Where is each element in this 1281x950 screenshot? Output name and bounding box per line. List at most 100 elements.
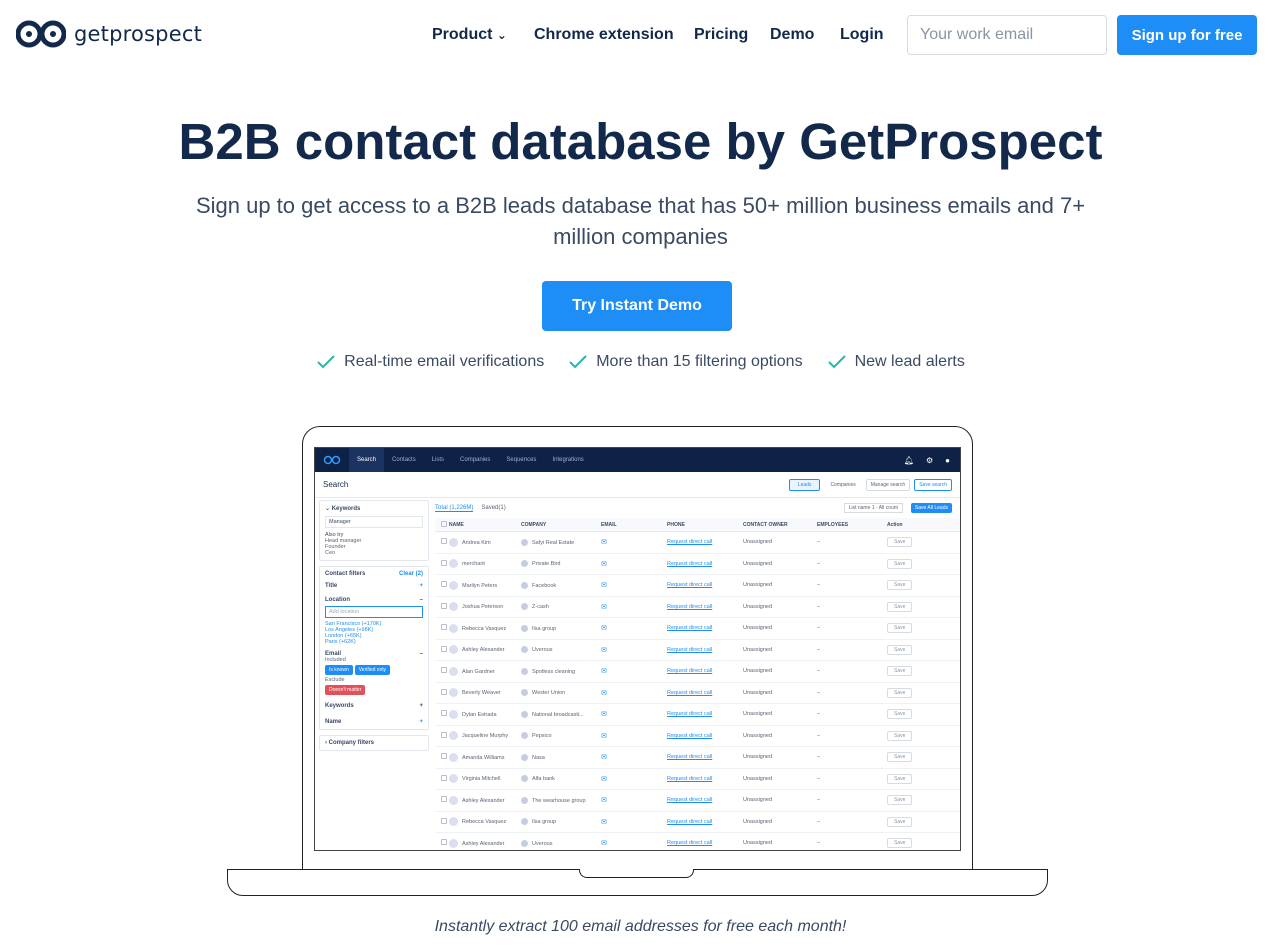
email-envelope-icon[interactable]: ✉ (601, 796, 667, 804)
lead-name[interactable]: Jacqueline Murphy (462, 733, 508, 739)
leads-toggle[interactable]: Leads (788, 478, 821, 491)
save-lead-button[interactable]: Save (887, 666, 913, 677)
minus-icon[interactable]: – (420, 651, 423, 657)
saved-tab[interactable]: Saved(1) (481, 505, 505, 511)
row-checkbox[interactable] (441, 710, 447, 717)
name-filter[interactable]: Name (325, 719, 341, 725)
lead-name[interactable]: Joshua Peterson (462, 604, 503, 610)
email-envelope-icon[interactable]: ✉ (601, 646, 667, 654)
lead-name[interactable]: Andrea Kim (462, 540, 491, 546)
row-checkbox[interactable] (441, 581, 447, 588)
col-owner[interactable]: CONTACT OWNER (743, 522, 817, 528)
lead-company[interactable]: Wester Union (532, 690, 565, 696)
col-email[interactable]: EMAIL (601, 522, 667, 528)
select-all-checkbox[interactable] (441, 520, 447, 527)
row-checkbox[interactable] (441, 624, 447, 631)
signup-button[interactable]: Sign up for free (1117, 15, 1257, 55)
gear-icon[interactable]: ⚙ (926, 456, 933, 465)
email-envelope-icon[interactable]: ✉ (601, 581, 667, 589)
app-tab-sequences[interactable]: Sequences (498, 448, 544, 472)
minus-icon[interactable]: – (420, 597, 423, 603)
request-call-link[interactable]: Request direct call (667, 711, 743, 717)
col-phone[interactable]: PHONE (667, 522, 743, 528)
row-checkbox[interactable] (441, 538, 447, 545)
lead-name[interactable]: Dylan Estrada (462, 712, 497, 718)
save-lead-button[interactable]: Save (887, 709, 913, 720)
app-tab-companies[interactable]: Companies (452, 448, 498, 472)
row-checkbox[interactable] (441, 645, 447, 652)
lead-name[interactable]: merchant (462, 561, 485, 567)
email-tag-exclude[interactable]: Doesn't matter (325, 685, 366, 695)
save-lead-button[interactable]: Save (887, 537, 913, 548)
lead-name[interactable]: Ashley Alexander (462, 647, 505, 653)
row-checkbox[interactable] (441, 559, 447, 566)
email-envelope-icon[interactable]: ✉ (601, 538, 667, 546)
lead-company[interactable]: Safyi Real Estate (532, 540, 574, 546)
request-call-link[interactable]: Request direct call (667, 840, 743, 846)
save-lead-button[interactable]: Save (887, 580, 913, 591)
title-filter[interactable]: Title (325, 583, 337, 589)
lead-company[interactable]: Nasa (532, 755, 545, 761)
lead-name[interactable]: Virginia Mitchell (462, 776, 500, 782)
lead-name[interactable]: Amanda Williams (462, 755, 504, 761)
lead-company[interactable]: Ilsa group (532, 626, 556, 632)
app-tab-integrations[interactable]: Integrations (544, 448, 591, 472)
nav-chrome-extension[interactable]: Chrome extension (534, 26, 674, 44)
try-demo-button[interactable]: Try Instant Demo (542, 281, 732, 331)
user-icon[interactable]: ● (945, 456, 950, 465)
work-email-input[interactable] (907, 15, 1107, 55)
row-checkbox[interactable] (441, 667, 447, 674)
email-envelope-icon[interactable]: ✉ (601, 710, 667, 718)
col-company[interactable]: COMPANY (521, 522, 601, 528)
request-call-link[interactable]: Request direct call (667, 539, 743, 545)
save-lead-button[interactable]: Save (887, 773, 913, 784)
clear-filters-link[interactable]: Clear (2) (399, 571, 423, 577)
lead-company[interactable]: Pepsico (532, 733, 552, 739)
companies-toggle[interactable]: Companies (824, 480, 861, 490)
lead-company[interactable]: Private Bird (532, 561, 560, 567)
app-tab-search[interactable]: Search (349, 448, 385, 472)
save-lead-button[interactable]: Save (887, 752, 913, 763)
row-checkbox[interactable] (441, 839, 447, 846)
row-checkbox[interactable] (441, 688, 447, 695)
request-call-link[interactable]: Request direct call (667, 582, 743, 588)
bell-icon[interactable]: 🔔︎ (904, 456, 914, 465)
save-lead-button[interactable]: Save (887, 644, 913, 655)
row-checkbox[interactable] (441, 753, 447, 760)
location-input[interactable]: Add location (325, 606, 423, 618)
lead-company[interactable]: Ilsa group (532, 819, 556, 825)
app-tab-contacts[interactable]: Contacts (384, 448, 424, 472)
location-option[interactable]: Paris (+62K) (325, 639, 423, 645)
lead-name[interactable]: Ashley Alexander (462, 798, 505, 804)
plus-icon[interactable]: + (419, 703, 423, 709)
save-all-leads-button[interactable]: Save All Leads (910, 503, 952, 513)
total-tab[interactable]: Total (1,226M) (435, 505, 474, 512)
col-name[interactable]: NAME (449, 522, 521, 528)
list-select[interactable]: List name 1 · All count (843, 503, 903, 513)
save-lead-button[interactable]: Save (887, 558, 913, 569)
lead-company[interactable]: Uverous (532, 647, 552, 653)
lead-name[interactable]: Beverly Weaver (462, 690, 501, 696)
email-envelope-icon[interactable]: ✉ (601, 667, 667, 675)
lead-name[interactable]: Alan Gardner (462, 669, 495, 675)
request-call-link[interactable]: Request direct call (667, 733, 743, 739)
request-call-link[interactable]: Request direct call (667, 819, 743, 825)
save-search-button[interactable]: Save search (914, 478, 952, 491)
request-call-link[interactable]: Request direct call (667, 797, 743, 803)
plus-icon[interactable]: + (419, 719, 423, 725)
row-checkbox[interactable] (441, 796, 447, 803)
plus-icon[interactable]: + (419, 583, 423, 589)
lead-name[interactable]: Rebecca Vasquez (462, 819, 506, 825)
col-employees[interactable]: EMPLOYEES (817, 522, 887, 528)
save-lead-button[interactable]: Save (887, 838, 913, 849)
manage-search-button[interactable]: Manage search (865, 478, 911, 491)
email-envelope-icon[interactable]: ✉ (601, 753, 667, 761)
save-lead-button[interactable]: Save (887, 623, 913, 634)
request-call-link[interactable]: Request direct call (667, 647, 743, 653)
request-call-link[interactable]: Request direct call (667, 561, 743, 567)
save-lead-button[interactable]: Save (887, 601, 913, 612)
lead-company[interactable]: Facebook (532, 583, 556, 589)
email-envelope-icon[interactable]: ✉ (601, 839, 667, 847)
email-envelope-icon[interactable]: ✉ (601, 689, 667, 697)
keywords-contact-filter[interactable]: Keywords (325, 703, 354, 709)
